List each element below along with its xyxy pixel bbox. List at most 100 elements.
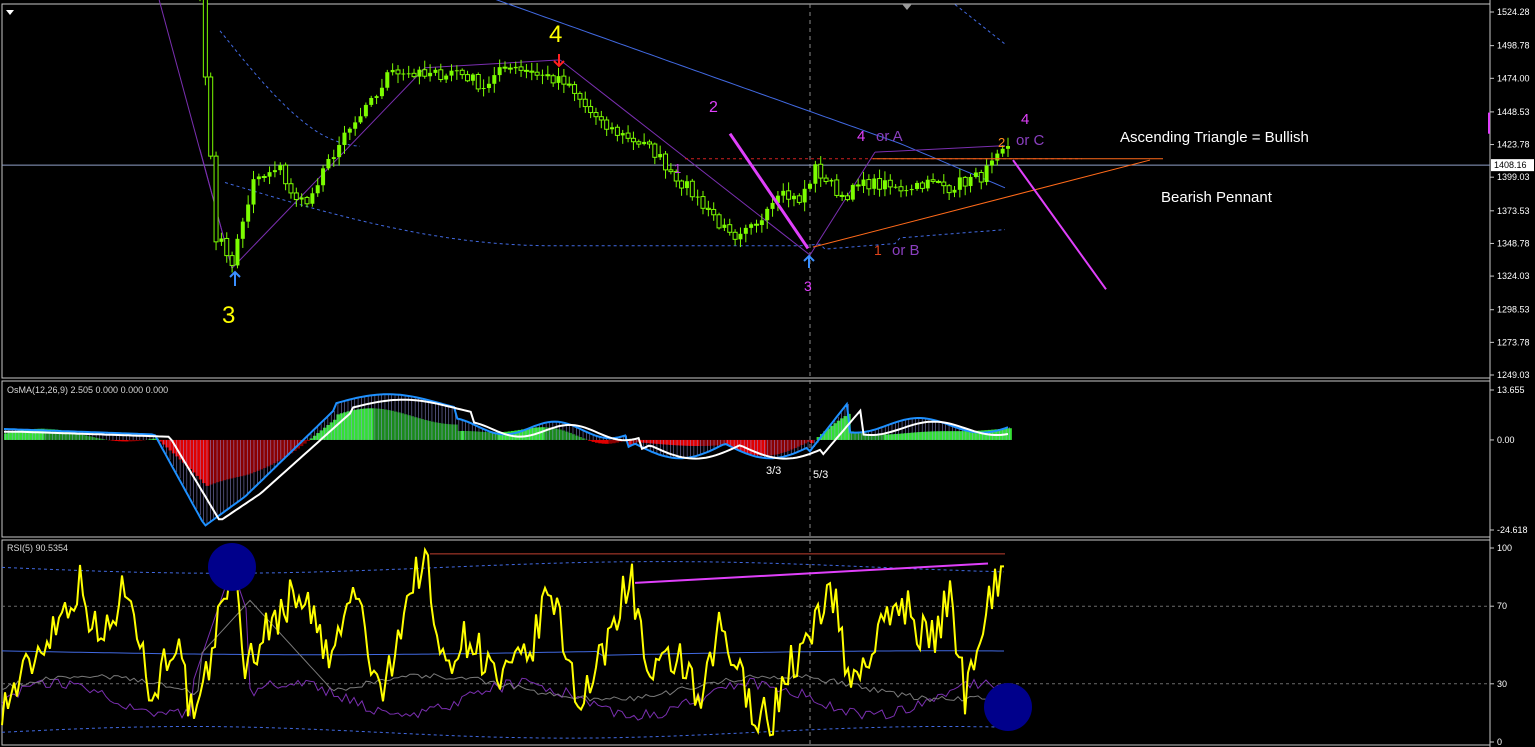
candle-body-bull <box>743 227 748 234</box>
osma-bar <box>165 439 170 448</box>
osma-bar <box>957 431 962 440</box>
candle-body-bull <box>433 69 438 73</box>
price-annotation: 1 <box>674 161 681 176</box>
osma-bar <box>218 439 223 482</box>
candle-body-bear <box>518 66 524 71</box>
candle-body-bull <box>331 157 336 159</box>
candle-body-bear <box>459 69 465 76</box>
candle-body-bull <box>337 145 342 158</box>
candle-body-bear <box>561 75 567 85</box>
osma-bar <box>692 439 697 446</box>
candle-body-bear <box>877 178 883 190</box>
rsi-tick-label: 30 <box>1497 679 1507 689</box>
osma-bar <box>709 439 713 446</box>
upper-envelope-right <box>954 4 1006 45</box>
osma-bar <box>487 432 492 440</box>
candle-body-bear <box>593 112 599 118</box>
menu-triangle-icon[interactable] <box>6 10 14 15</box>
candle-body-bull <box>957 177 962 190</box>
candle-body-bear <box>614 126 620 136</box>
candle-body-bear <box>796 195 802 203</box>
osma-bar <box>306 439 311 442</box>
osma-tick-label: -24.618 <box>1497 525 1528 535</box>
oscillator-panel[interactable] <box>3 393 1012 527</box>
osma-bar <box>954 431 959 440</box>
osma-bar <box>380 409 384 440</box>
osma-bar <box>420 419 425 440</box>
osma-bar <box>406 415 411 440</box>
candle-body-bull <box>893 186 898 188</box>
candle-body-bull <box>246 204 251 222</box>
wave-line-0 <box>158 0 233 269</box>
osma-bar <box>655 439 660 444</box>
price-annotation: 1 <box>874 242 882 258</box>
osma-bar <box>131 439 136 442</box>
osma-bar <box>474 431 478 440</box>
osma-bar <box>470 431 475 440</box>
osma-bar <box>94 437 99 440</box>
candle-body-bull <box>449 70 454 76</box>
osma-bar <box>413 417 418 440</box>
candle-body-bear <box>818 163 824 179</box>
osma-bar <box>796 439 801 447</box>
candle-body-bull <box>952 189 957 193</box>
candle-body-bull <box>326 158 331 169</box>
wave-line-3 <box>559 59 811 256</box>
candle-body-bear <box>261 175 267 178</box>
rsi-title: RSI(5) 90.5354 <box>7 543 69 553</box>
osma-signal-white <box>4 398 1009 521</box>
osma-bar <box>783 439 787 453</box>
osma-bar <box>265 439 270 467</box>
candle-body-bull <box>610 127 615 130</box>
osma-bar <box>944 431 949 440</box>
osma-bar <box>715 439 720 446</box>
candle-body-bull <box>385 72 390 88</box>
candle-body-bear <box>962 176 968 187</box>
candle-body-bear <box>919 182 925 189</box>
osma-bar <box>702 439 707 446</box>
osma-bar <box>662 439 666 445</box>
candle-body-bear <box>545 74 551 77</box>
candle-body-bear <box>652 143 658 158</box>
osma-tick-label: 0.00 <box>1497 435 1515 445</box>
osma-bar <box>605 439 609 444</box>
osma-bar <box>84 435 89 440</box>
osma-bar <box>477 431 482 440</box>
chart-canvas[interactable]: 1524.28 1498.78 1474.00 1448.53 1423.78 1399.… <box>0 0 1535 747</box>
osma-bar <box>856 432 861 440</box>
price-tick-label: 1298.53 <box>1497 305 1530 315</box>
overbought-circle-marker <box>208 543 256 591</box>
osma-bar <box>198 439 203 480</box>
osma-bar <box>937 431 942 440</box>
rsi-line[interactable] <box>1 546 1004 737</box>
osma-bar <box>762 439 767 456</box>
price-tick-label: 1448.53 <box>1497 107 1530 117</box>
osma-bar <box>192 439 196 473</box>
candle-body-bear <box>839 194 845 197</box>
candle-body-bull <box>251 179 256 205</box>
current-price-label: 1408.16 <box>1494 160 1527 170</box>
osma-bar <box>924 431 928 440</box>
osma-bar <box>480 431 485 440</box>
osma-bar <box>262 439 267 468</box>
osma-bar <box>410 416 415 440</box>
osma-bar <box>887 434 891 440</box>
chart-window[interactable]: 1524.28 1498.78 1474.00 1448.53 1423.78 1399.… <box>0 0 1535 747</box>
osma-bar <box>118 439 123 442</box>
candle-body-bull <box>882 180 887 190</box>
osma-bar <box>134 439 139 442</box>
osma-bar <box>259 439 264 470</box>
shift-marker-icon[interactable] <box>902 4 912 10</box>
candle-body-bull <box>363 104 368 117</box>
rsi-lower-band <box>1 726 1005 739</box>
candle-body-bull <box>310 193 315 204</box>
osma-bar <box>893 434 898 440</box>
candle-body-bull <box>299 197 304 200</box>
osma-bar <box>947 431 952 440</box>
candle-body-bull <box>428 72 433 77</box>
osma-bar <box>1008 428 1012 440</box>
candle-body-bear <box>866 179 872 190</box>
rsi-tick-label: 0 <box>1497 737 1502 747</box>
candle-body-bear <box>646 141 652 145</box>
candle-body-bull <box>540 74 545 76</box>
